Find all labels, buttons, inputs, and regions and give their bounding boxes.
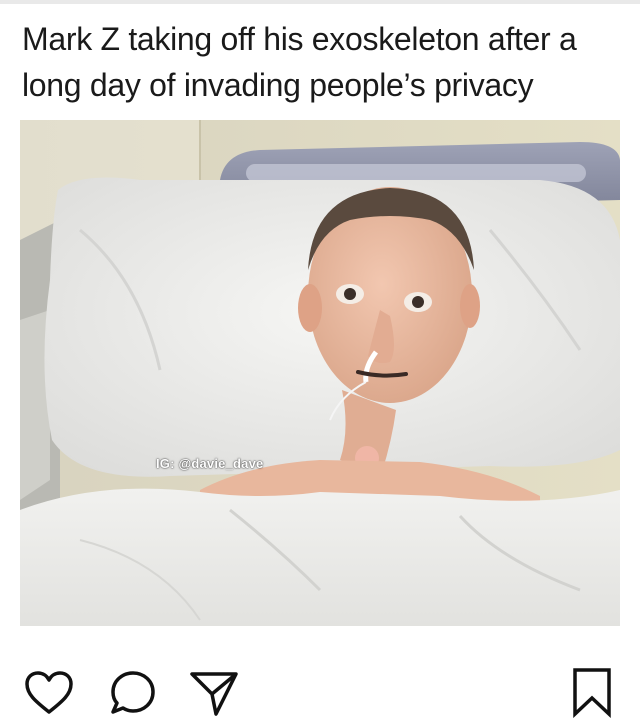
bookmark-icon[interactable]	[570, 666, 614, 718]
heart-icon[interactable]	[23, 670, 75, 716]
share-icon[interactable]	[188, 666, 240, 718]
post-caption: Mark Z taking off his exoskeleton after …	[22, 21, 577, 103]
hospital-bed-photo	[20, 120, 620, 626]
post-actions-bar	[0, 640, 640, 718]
comment-icon[interactable]	[108, 668, 158, 718]
post-image: IG: @davie_dave	[20, 120, 620, 626]
watermark: IG: @davie_dave	[156, 456, 264, 471]
top-divider	[0, 0, 640, 4]
